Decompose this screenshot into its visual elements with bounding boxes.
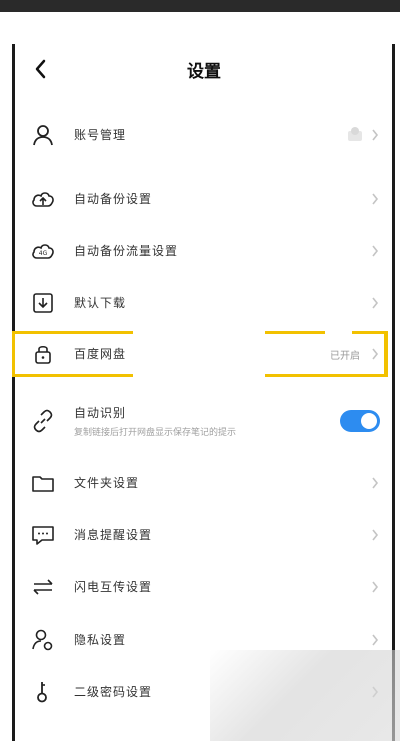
settings-item-account[interactable]: 账号管理 — [18, 112, 390, 160]
chevron-right-icon — [372, 245, 379, 257]
header: 设置 — [18, 44, 390, 94]
chevron-right-icon — [372, 529, 379, 541]
chevron-right-icon — [372, 634, 379, 646]
settings-item-description: 复制链接后打开网盘显示保存笔记的提示 — [74, 428, 237, 438]
settings-item-label: 文件夹设置 — [74, 476, 140, 490]
settings-item-label: 账号管理 — [74, 128, 127, 142]
message-icon — [32, 526, 54, 545]
settings-item-label: 自动备份设置 — [74, 192, 153, 206]
chevron-right-icon — [372, 129, 379, 141]
settings-item-label: 隐私设置 — [74, 633, 127, 647]
settings-item-auto-recognize: 自动识别 复制链接后打开网盘显示保存笔记的提示 — [18, 396, 390, 452]
cloud-upload-icon — [32, 192, 54, 207]
svg-text:4G: 4G — [39, 250, 48, 257]
settings-item-label: 默认下载 — [74, 296, 127, 310]
lock-icon — [35, 345, 51, 364]
settings-item-baidu-netdisk[interactable]: 百度网盘 已开启 — [18, 331, 390, 379]
watermark-overlay — [210, 650, 400, 741]
transfer-arrows-icon — [33, 579, 53, 595]
chevron-right-icon — [372, 477, 379, 489]
key-icon — [37, 682, 47, 703]
highlight-frame-left — [12, 331, 15, 377]
page-title: 设置 — [187, 62, 221, 82]
cloud-4g-icon: 4G — [32, 244, 54, 259]
user-icon — [33, 125, 53, 146]
download-icon — [33, 293, 53, 313]
folder-icon — [32, 476, 54, 492]
chevron-right-icon — [372, 297, 379, 309]
settings-item-label: 百度网盘 — [74, 347, 127, 361]
settings-item-label: 二级密码设置 — [74, 685, 153, 699]
link-icon — [33, 409, 53, 433]
chevron-right-icon — [372, 348, 379, 360]
settings-item-message-reminder[interactable]: 消息提醒设置 — [18, 512, 390, 560]
frame-left-border — [12, 44, 15, 741]
settings-item-label: 自动识别 — [74, 406, 127, 420]
chevron-right-icon — [372, 581, 379, 593]
avatar — [348, 127, 362, 141]
settings-item-backup-traffic[interactable]: 4G 自动备份流量设置 — [18, 228, 390, 276]
frame-right-border — [392, 44, 395, 741]
privacy-user-icon — [32, 629, 53, 651]
settings-item-label: 自动备份流量设置 — [74, 244, 179, 258]
settings-item-lightning-transfer[interactable]: 闪电互传设置 — [18, 564, 390, 612]
auto-recognize-toggle[interactable] — [340, 410, 380, 432]
status-text: 已开启 — [330, 351, 360, 362]
chevron-right-icon — [372, 193, 379, 205]
settings-item-label: 消息提醒设置 — [74, 528, 153, 542]
settings-item-label: 闪电互传设置 — [74, 580, 153, 594]
settings-item-auto-backup[interactable]: 自动备份设置 — [18, 176, 390, 224]
status-bar — [0, 0, 400, 12]
settings-item-default-download[interactable]: 默认下载 — [18, 280, 390, 328]
toggle-knob — [361, 413, 377, 429]
settings-item-folder[interactable]: 文件夹设置 — [18, 460, 390, 508]
